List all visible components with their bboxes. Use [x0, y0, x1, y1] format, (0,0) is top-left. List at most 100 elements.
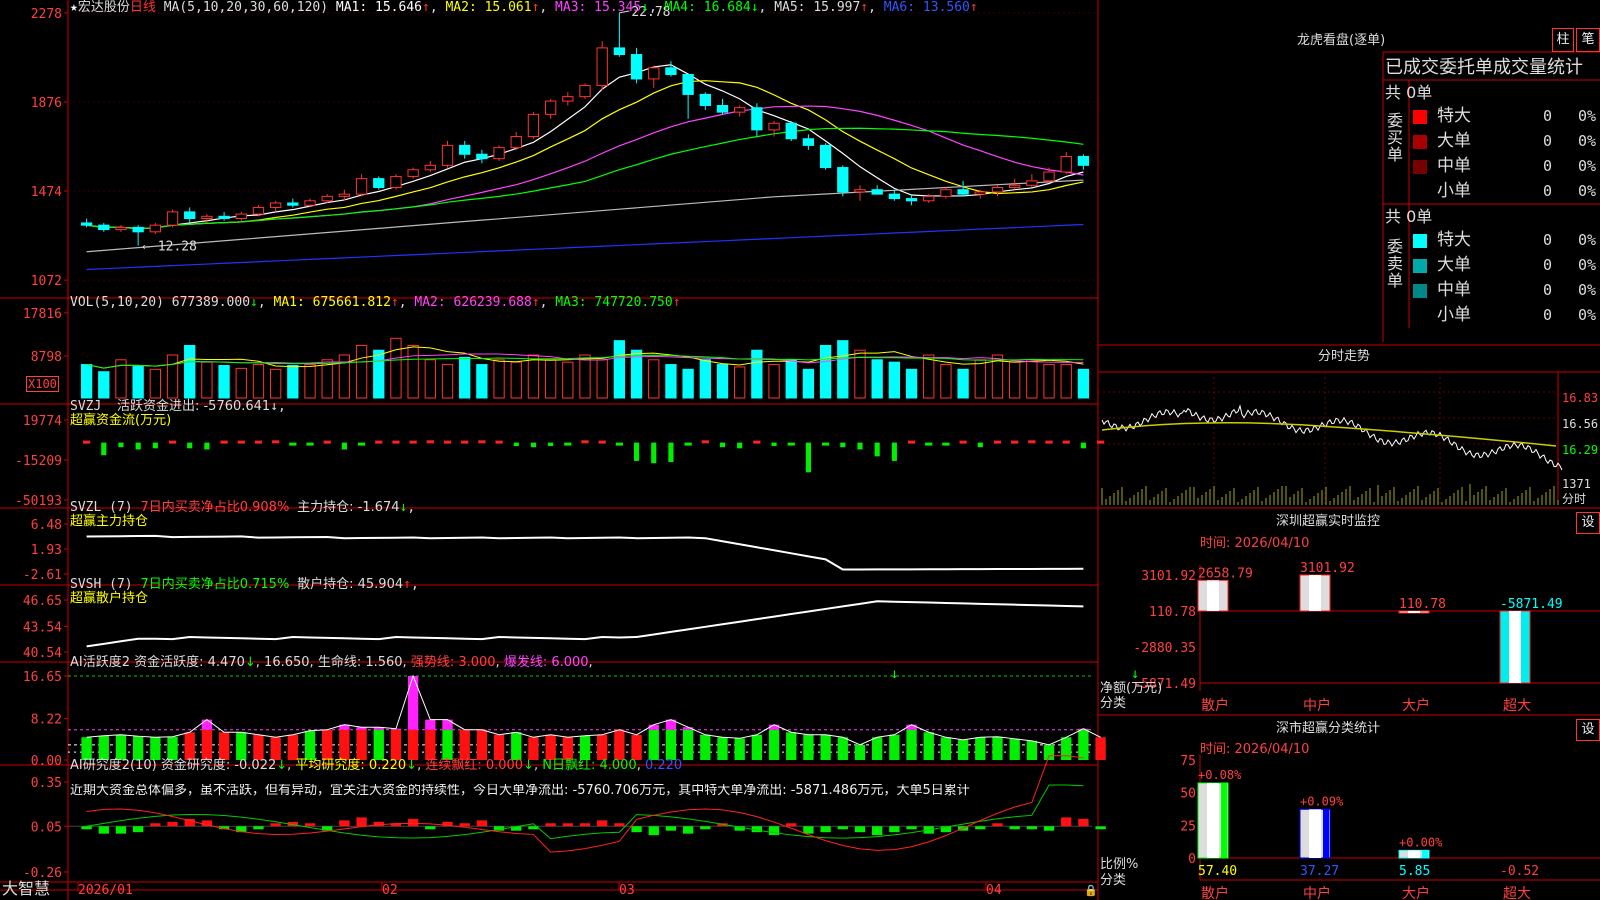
candle-body [287, 202, 299, 206]
x-tick: 2026/01 [78, 883, 133, 898]
buy-row-value: 0 [1543, 182, 1553, 200]
sz-monitor-bar-label: 2658.79 [1198, 566, 1253, 581]
volume-bar [785, 359, 797, 399]
sz-monitor-ylabel: 净额(万元) [1100, 681, 1163, 696]
volume-bar [235, 367, 247, 399]
candle-body [544, 100, 557, 115]
fund-flow-bar [942, 442, 950, 446]
volume-bar [699, 359, 711, 399]
sz-class-settings-button[interactable]: 设 [1576, 719, 1600, 741]
sz-monitor-settings-button[interactable]: 设 [1576, 512, 1600, 534]
activity-bar [957, 739, 969, 760]
candle-body [1009, 184, 1021, 188]
buy-row-percent: 0% [1578, 157, 1597, 175]
tick-mode-button[interactable]: 笔 [1576, 28, 1600, 52]
sell-row-name: 小单 [1437, 305, 1471, 325]
fund-flow-bar [857, 442, 863, 450]
activity-bar [889, 734, 900, 760]
favorite-star-icon[interactable]: ★ [70, 0, 78, 15]
volume-bar [269, 368, 282, 399]
research-bar [854, 826, 866, 833]
buy-row-percent: 0% [1578, 132, 1597, 150]
candle-body [510, 136, 522, 149]
sz-class-bar-value: -0.52 [1500, 864, 1539, 879]
sz-monitor-bar-label: 3101.92 [1300, 561, 1355, 576]
ai2-y-tick: 0.05 [31, 820, 62, 835]
svsh-ratio: 7日内买卖净占比0.715% [140, 577, 290, 592]
candle-body [665, 67, 677, 75]
research-bar [339, 820, 350, 827]
research-bar [700, 826, 711, 830]
sz-monitor-bar-highlight [1207, 580, 1219, 612]
fund-flow-bar [651, 442, 657, 464]
sz-class-y-tick: 25 [1180, 819, 1196, 834]
svzj-value: 活跃资金进出: -5760.641 [116, 399, 271, 414]
svzl-y-tick: 1.93 [31, 543, 62, 558]
sell-row-percent: 0% [1578, 306, 1597, 324]
research-bar [872, 826, 883, 836]
candle-body [716, 105, 729, 113]
activity-bar [81, 737, 92, 760]
activity-bar [528, 737, 539, 760]
sell-row-value: 0 [1543, 281, 1553, 299]
activity-bar [854, 744, 866, 760]
candle-body [218, 215, 230, 220]
period-label[interactable]: 日线 [130, 0, 156, 15]
sz-monitor-title: 深圳超赢实时监控 [1276, 514, 1381, 529]
lhb-header: 已成交委托单成交量统计 [1385, 57, 1583, 78]
research-bar [786, 823, 797, 827]
activity-bar [287, 734, 298, 760]
fund-flow-bar [959, 440, 967, 444]
bar-mode-button[interactable]: 柱 [1552, 28, 1574, 52]
sz-monitor-bar-label: 110.78 [1399, 597, 1446, 612]
fund-flow-bar [548, 442, 554, 447]
ma-values: MA1: 15.646↑, MA2: 15.061↑, MA3: 15.345↓… [335, 0, 978, 15]
candle-body [785, 122, 797, 140]
research-bar [614, 823, 625, 827]
volume-bar [665, 364, 677, 399]
research-bar [407, 818, 419, 827]
volume-bar [562, 361, 574, 399]
buy-row-value: 0 [1543, 132, 1553, 150]
ai1-header: AI活跃度2 资金活跃度: 4.470↓, 16.650, 生命线: 1.560… [70, 655, 593, 670]
research-bar [648, 826, 659, 836]
arrow-marker: ↓ [890, 666, 898, 682]
fund-flow-bar [168, 440, 177, 444]
sz-class-bar-top-label: +0.00% [1399, 835, 1443, 849]
svsh-y-tick: 43.54 [23, 620, 62, 635]
activity-bar [218, 732, 230, 760]
candle-body [596, 47, 608, 87]
sz-class-date: 时间: 2026/04/10 [1200, 742, 1310, 757]
activity-bar [734, 738, 745, 760]
activity-bar [906, 729, 917, 760]
main-y-tick: 1072 [31, 274, 62, 289]
activity-bar [253, 734, 264, 760]
candle-body [355, 178, 368, 195]
x-tick: 04 [986, 883, 1002, 898]
volma-2: MA2: 626239.688 [414, 295, 532, 310]
fund-flow-bar [753, 440, 761, 444]
activity-bar [717, 737, 728, 760]
sz-monitor-bar-highlight [1309, 575, 1321, 612]
candle-body [252, 206, 265, 215]
lock-icon[interactable]: 🔒 [1084, 884, 1098, 898]
volume-bar [1009, 361, 1021, 399]
fund-flow-bar [220, 440, 228, 444]
candle-body [1077, 155, 1090, 166]
volume-bar [166, 354, 179, 399]
research-bar [1078, 818, 1089, 827]
sell-total: 共 0单 [1385, 207, 1433, 226]
research-bar [253, 826, 264, 830]
research-bar [1009, 826, 1020, 830]
activity-bar [975, 737, 986, 760]
volume-bar [837, 340, 849, 399]
fund-flow-bar [1045, 440, 1053, 444]
research-bar [1095, 826, 1106, 830]
candle-body [338, 193, 351, 197]
volume-bar [355, 344, 368, 399]
low-label: ← 12.28 [142, 240, 197, 255]
sz-class-bar-highlight [1207, 782, 1219, 858]
volume-bar [768, 364, 780, 399]
sell-row-value: 0 [1543, 231, 1553, 249]
activity-bar [1043, 744, 1055, 760]
